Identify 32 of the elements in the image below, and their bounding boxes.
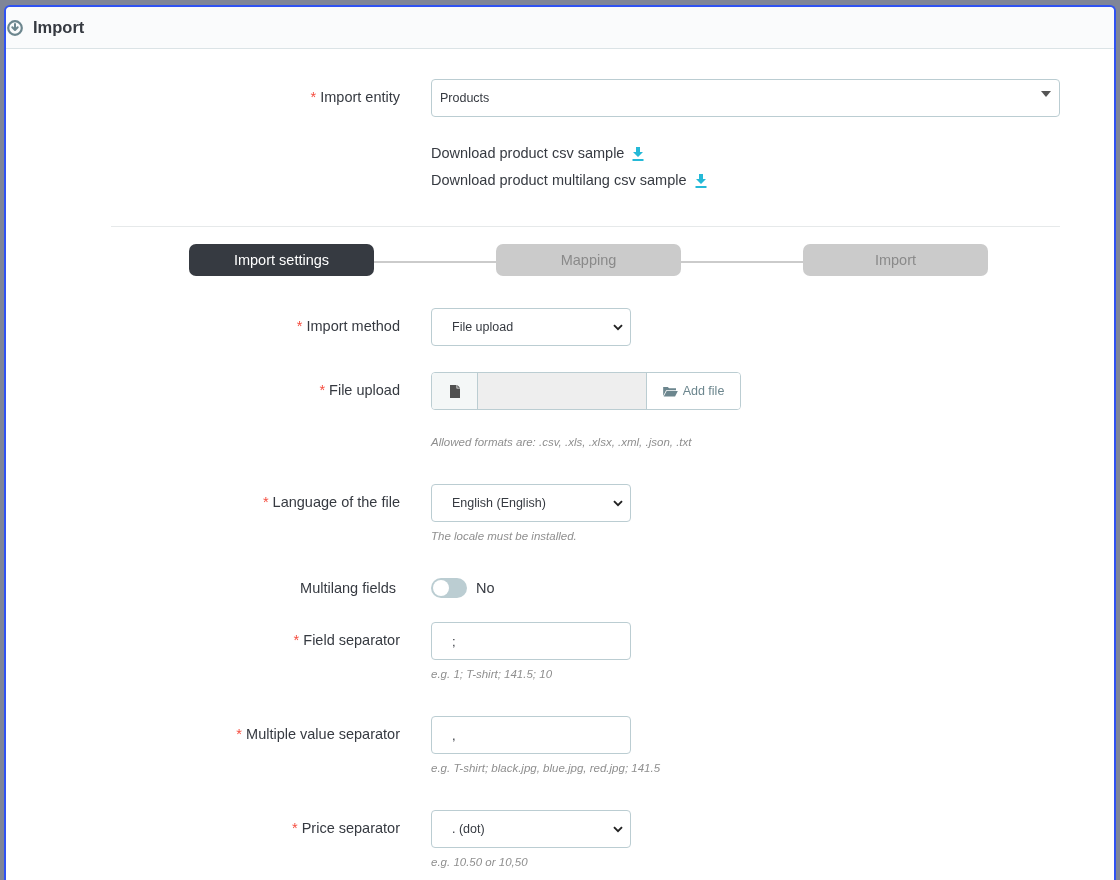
field-label: * Import method — [296, 318, 400, 334]
field-label: * Import entity — [310, 89, 400, 105]
field-label: * Price separator — [292, 820, 400, 836]
help-text: e.g. 10.50 or 10,50 — [431, 855, 529, 870]
download-icon — [694, 173, 707, 188]
field-label: Multilang fields — [300, 580, 396, 596]
download-link[interactable]: Download product multilang csv sample — [431, 171, 707, 190]
download-icon — [632, 146, 645, 161]
chevron-down-icon — [613, 499, 623, 507]
field-label: * Language of the file — [262, 494, 400, 510]
help-text: e.g. 1; T-shirt; 141.5; 10 — [431, 667, 554, 682]
chevron-down-icon — [613, 323, 623, 331]
dropdown-select[interactable]: File upload — [431, 308, 631, 346]
field-label: * File upload — [319, 382, 400, 398]
help-text: Allowed formats are: .csv, .xls, .xlsx, .xml, .json, .txt — [431, 435, 693, 450]
switch-state-label: No — [476, 580, 495, 596]
help-text: The locale must be installed. — [431, 529, 578, 544]
card-title: Import — [33, 18, 85, 37]
caret-icon — [1041, 91, 1051, 97]
toggle-switch[interactable] — [431, 578, 467, 598]
import-entity-select[interactable]: Products — [431, 79, 1060, 117]
dropdown-select[interactable]: English (English) — [431, 484, 631, 522]
text-input-field[interactable]: , — [431, 716, 631, 754]
chevron-down-icon — [613, 825, 623, 833]
field-label: * Multiple value separator — [236, 726, 400, 742]
download-link[interactable]: Download product csv sample — [431, 144, 645, 163]
help-text: e.g. T-shirt; black.jpg, blue.jpg, red.jpg; 141.5 — [431, 761, 662, 776]
dropdown-select[interactable]: . (dot) — [431, 810, 631, 848]
text-input-field[interactable]: ; — [431, 622, 631, 660]
field-label: * Field separator — [293, 632, 400, 648]
step-tab[interactable]: Import settings — [189, 244, 374, 276]
download-circle-icon — [7, 19, 23, 36]
